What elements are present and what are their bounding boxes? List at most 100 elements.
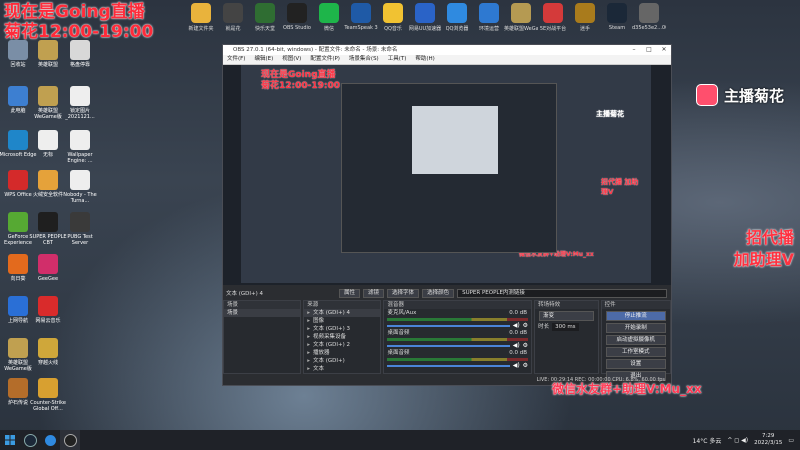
transition-select[interactable]: 渐变 (539, 311, 594, 321)
volume-slider[interactable] (387, 364, 510, 367)
filters-button[interactable]: 滤镜 (363, 288, 385, 298)
desktop-icon[interactable]: 英雄联盟WeGame版 (2, 338, 34, 372)
tray-icons[interactable]: ^ ◻ ◀) (727, 437, 748, 444)
app-icon (607, 3, 627, 23)
source-item[interactable]: ▸ 文本 (GDI+) 4 (304, 309, 381, 317)
desktop-icon[interactable]: 网易云音乐 (32, 296, 64, 324)
control-button[interactable]: 停止推流 (605, 311, 667, 321)
menu-item[interactable]: 场景集合(S) (349, 55, 379, 64)
menu-item[interactable]: 视图(V) (282, 55, 301, 64)
menu-item[interactable]: 工具(T) (388, 55, 407, 64)
desktop-icon[interactable]: 锁定图片_2021121... (64, 86, 96, 120)
select-color-button[interactable]: 选择颜色 (422, 288, 455, 298)
scene-item[interactable]: 场景 (224, 309, 301, 317)
menu-item[interactable]: 文件(F) (227, 55, 245, 64)
desktop-icon[interactable]: 就是花 (217, 3, 249, 32)
desktop-icon[interactable]: Counter-Strike Global Off... (30, 378, 66, 412)
desktop-icon[interactable]: QQ音乐 (377, 3, 409, 32)
desktop-icon[interactable]: OBS Studio (281, 3, 313, 32)
system-tray: 14°C 多云 ^ ◻ ◀) 7:29 2022/3/15 ▭ (693, 430, 794, 450)
desktop-icon[interactable]: 穿越火线 (32, 338, 64, 366)
obs-preview[interactable]: 现在是Going直播 菊花12:00-19:00 主播菊花 招代播 加助理V 微… (223, 65, 671, 285)
desktop-icon-label: Nobody - The Turna... (63, 192, 97, 204)
desktop-icon[interactable]: GeeGee (32, 254, 64, 282)
desktop-icon[interactable]: Steam (601, 3, 633, 32)
app-icon (38, 254, 58, 274)
mixer-title: 混音器 (384, 301, 532, 309)
source-item[interactable]: ▸ 图像 (304, 317, 380, 325)
volume-slider[interactable] (387, 344, 510, 347)
menu-item[interactable]: 帮助(H) (415, 55, 434, 64)
source-name: 文本 (GDI+) (313, 358, 345, 364)
source-type-icon: ▸ (307, 366, 310, 372)
desktop-icon[interactable]: d35e53e2...001213 (632, 3, 666, 32)
minimize-icon[interactable]: – (627, 45, 641, 55)
speaker-icon[interactable]: ◀) (513, 322, 520, 329)
select-font-button[interactable]: 选择字体 (387, 288, 420, 298)
control-button[interactable]: 设置 (605, 359, 667, 369)
transitions-title: 转场特效 (535, 301, 598, 309)
gear-icon[interactable]: ⚙ (523, 362, 528, 369)
source-item[interactable]: ▸ 播放器 (304, 349, 380, 357)
source-item[interactable]: ▸ 文本 (GDI+) 3 (304, 325, 380, 333)
maximize-icon[interactable]: □ (642, 45, 656, 55)
source-name: 文本 (GDI+) 4 (313, 310, 351, 316)
desktop-icon[interactable]: PUBG Test Server (64, 212, 96, 246)
volume-slider[interactable] (387, 324, 510, 327)
desktop-icon-label: 微信 (323, 26, 334, 32)
gear-icon[interactable]: ⚙ (523, 322, 528, 329)
menu-item[interactable]: 配置文件(P) (310, 55, 340, 64)
close-icon[interactable]: ✕ (657, 45, 671, 55)
duration-input[interactable]: 300 ms (552, 323, 579, 331)
source-item[interactable]: ▸ 文本 (304, 365, 380, 373)
menu-item[interactable]: 编辑(E) (254, 55, 273, 64)
desktop-icon[interactable]: 英雄联盟WeGame平台 (504, 3, 538, 32)
obs-titlebar[interactable]: OBS 27.0.1 (64-bit, windows) - 配置文件: 未命名… (223, 45, 671, 55)
obs-taskbar-icon[interactable] (60, 430, 80, 450)
app-icon (319, 3, 339, 23)
desktop-icon[interactable]: Wallpaper Engine: ... (64, 130, 96, 164)
desktop-icon[interactable]: Nobody - The Turna... (63, 170, 97, 204)
desktop-icon[interactable]: TeamSpeak 3 (344, 3, 378, 32)
nested-badge: 主播菊花 (596, 110, 624, 118)
source-item[interactable]: ▸ 文本 (GDI+) 2 (304, 341, 380, 349)
desktop-icon[interactable]: 快乐天堂 (249, 3, 281, 32)
clock[interactable]: 7:29 2022/3/15 (754, 433, 782, 447)
desktop-icon[interactable]: QQ浏览器 (441, 3, 473, 32)
source-item[interactable]: ▸ 视频采集设备 (304, 333, 380, 341)
source-item[interactable]: ▸ 文本 (GDI+) (304, 357, 380, 365)
desktop-icon[interactable]: 格盘停靠 (64, 40, 96, 68)
desktop-icon[interactable]: 网易UU加速器 (409, 3, 441, 32)
desktop-icon[interactable]: 5E对战平台 (537, 3, 569, 32)
control-button[interactable]: 工作室模式 (605, 347, 667, 357)
scenes-dock: 场景 场景 (223, 300, 302, 374)
gear-icon[interactable]: ⚙ (523, 342, 528, 349)
browser-taskbar-icon[interactable] (40, 430, 60, 450)
duration-row: 时长 300 ms (535, 323, 598, 331)
control-button[interactable]: 开始录制 (605, 323, 667, 333)
speaker-icon[interactable]: ◀) (513, 362, 520, 369)
app-icon (8, 378, 28, 398)
speaker-icon[interactable]: ◀) (513, 342, 520, 349)
notification-icon[interactable]: ▭ (788, 437, 794, 444)
text-field[interactable]: SUPER PEOPLE内测链接 (457, 288, 668, 298)
stream-title-overlay: 现在是Going直播 (4, 2, 145, 22)
desktop-icon[interactable]: 新建文件夹 (185, 3, 217, 32)
control-button[interactable]: 启动虚拟摄像机 (605, 335, 667, 345)
obs-window[interactable]: OBS 27.0.1 (64-bit, windows) - 配置文件: 未命名… (222, 44, 672, 386)
steam-taskbar-icon[interactable] (20, 430, 40, 450)
source-name: 视频采集设备 (313, 334, 347, 340)
obs-title: OBS 27.0.1 (64-bit, windows) - 配置文件: 未命名… (233, 47, 398, 53)
weather-text[interactable]: 14°C 多云 (693, 436, 722, 445)
properties-button[interactable]: 属性 (339, 288, 361, 298)
volume-meter (387, 358, 529, 361)
source-type-icon: ▸ (307, 350, 310, 356)
desktop-icon[interactable]: 迷手 (569, 3, 601, 32)
desktop-icon[interactable]: 环境运营 (473, 3, 505, 32)
desktop-icon-label: 穿越火线 (37, 360, 58, 366)
windows-start-icon[interactable] (0, 430, 20, 450)
track-name: 桌面音频 (387, 330, 410, 336)
desktop-icon[interactable]: 微信 (313, 3, 345, 32)
app-icon (479, 3, 499, 23)
source-type-icon: ▸ (307, 342, 310, 348)
